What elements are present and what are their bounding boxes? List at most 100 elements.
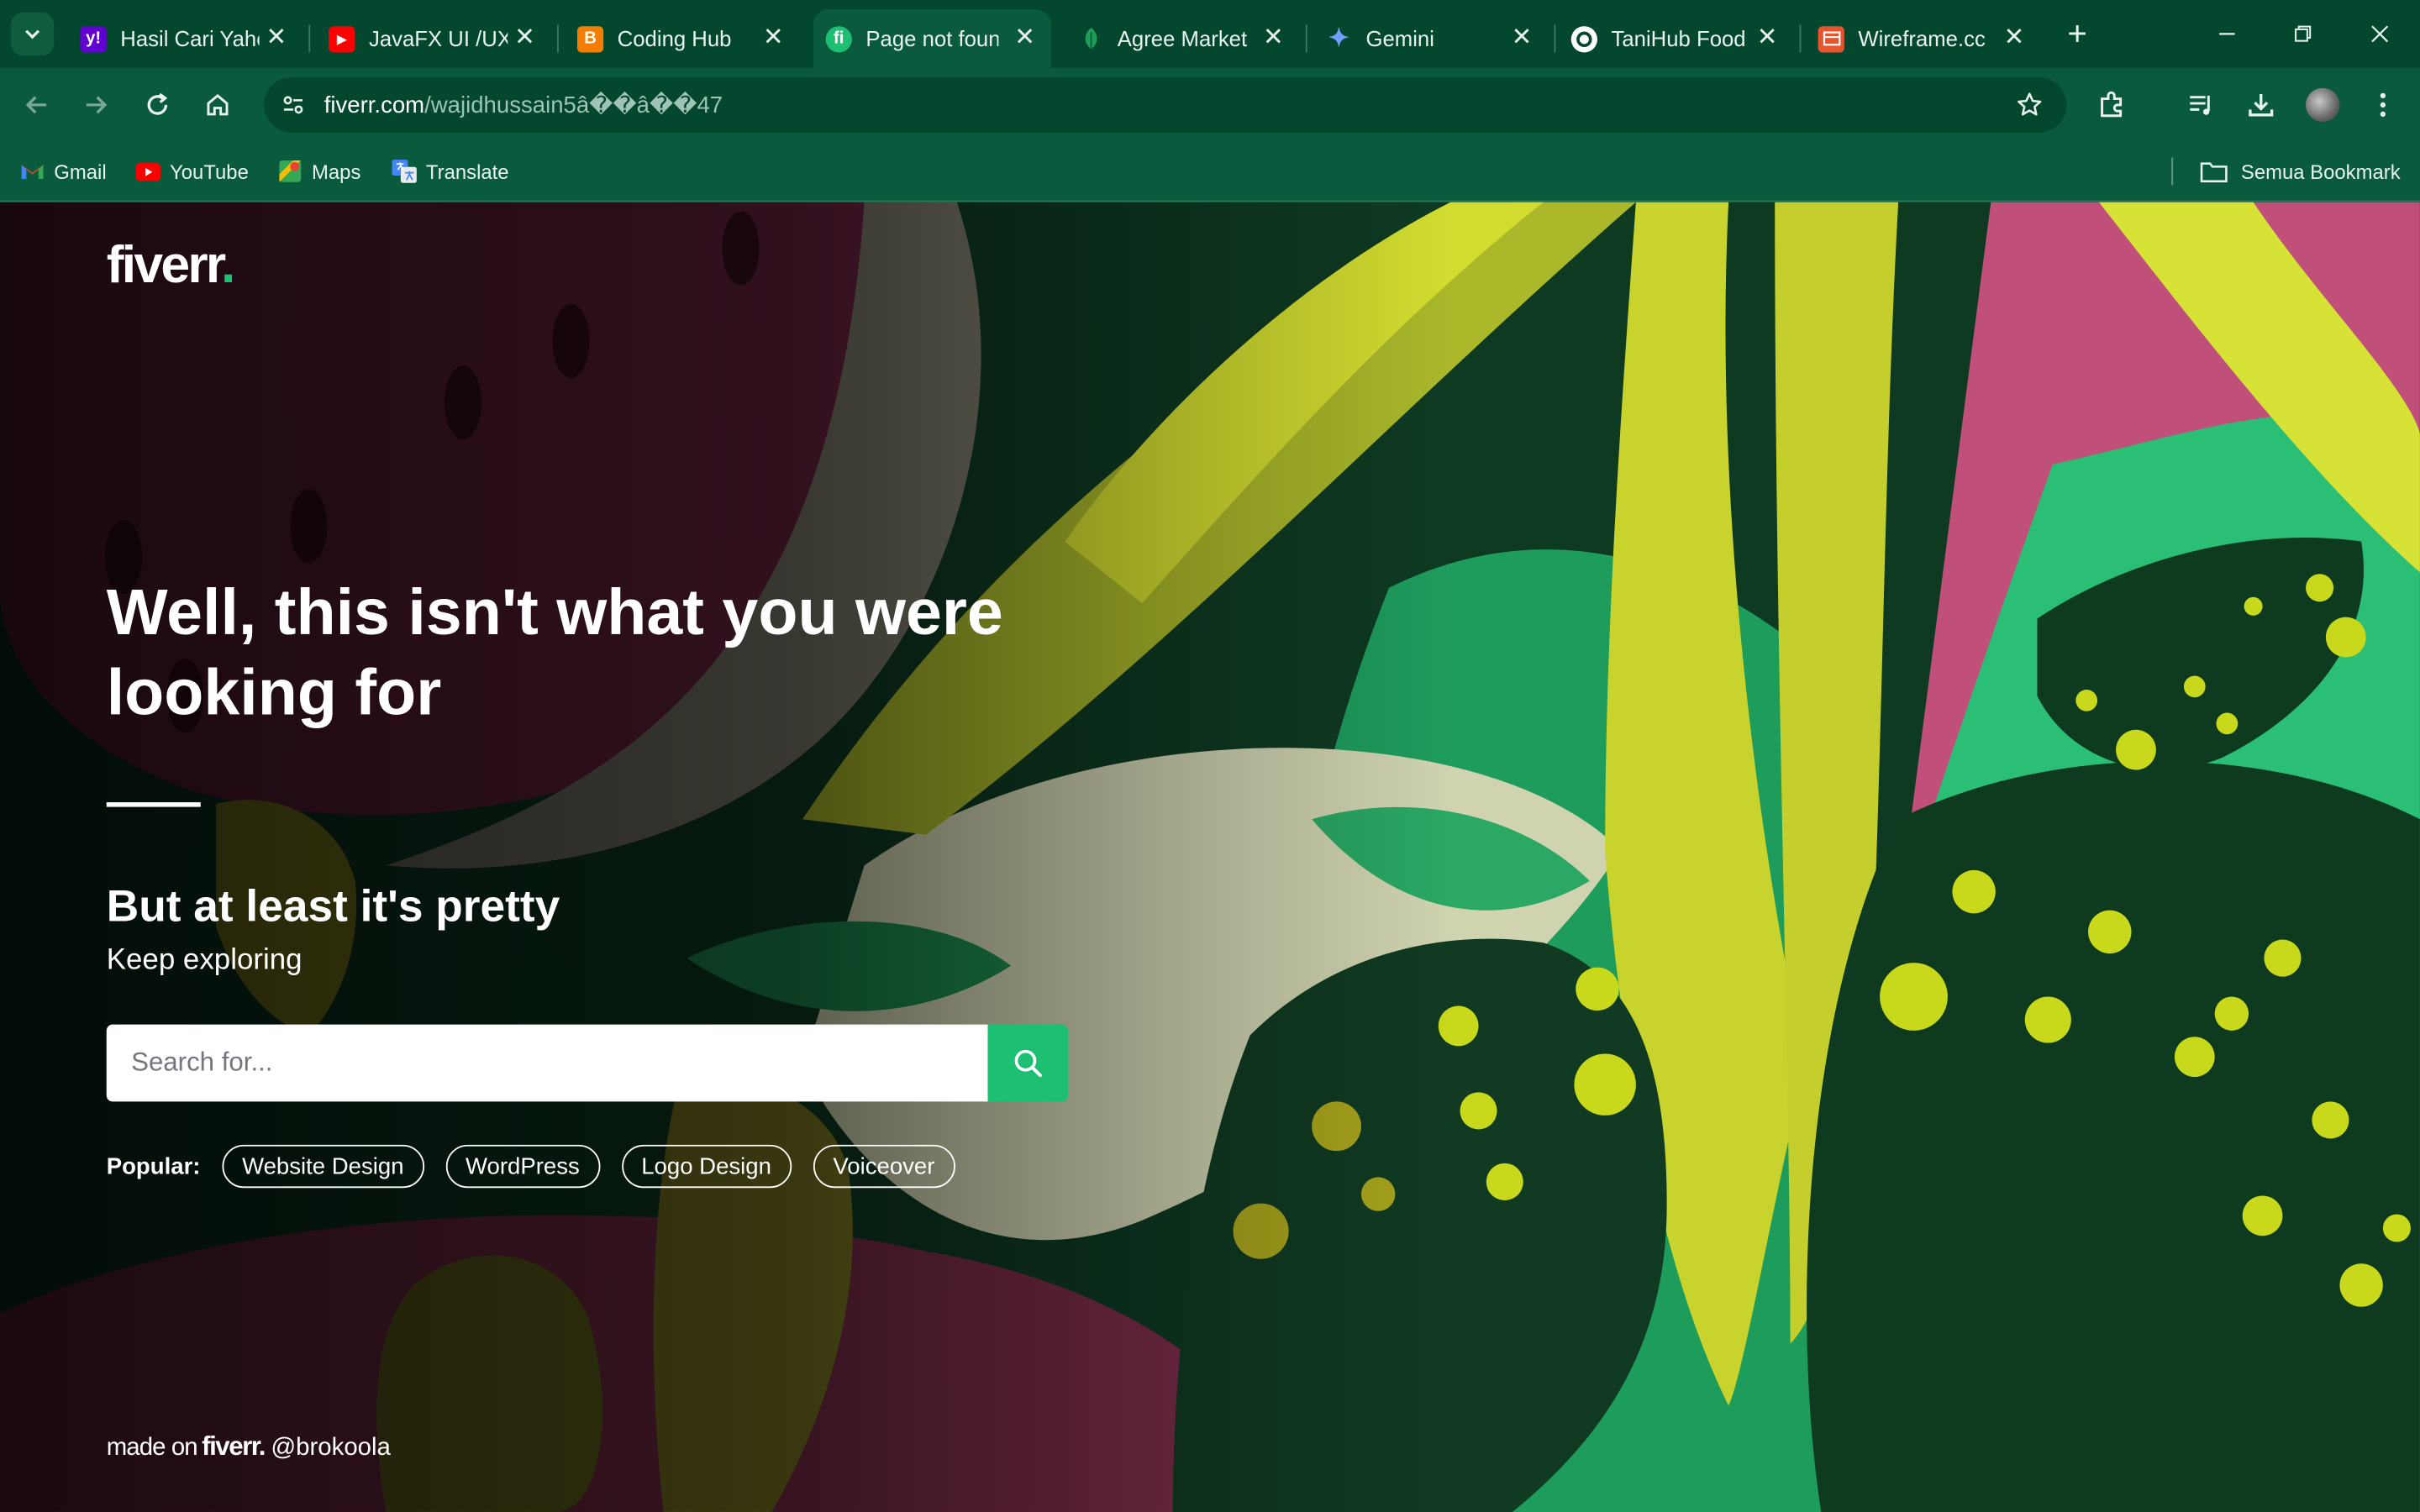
downloads-icon[interactable] <box>2244 88 2278 122</box>
tag-wordpress[interactable]: WordPress <box>445 1144 600 1189</box>
tab-title: Gemini <box>1365 26 1434 51</box>
more-menu-icon[interactable] <box>2366 88 2400 122</box>
blogger-icon: B <box>576 25 604 52</box>
close-icon[interactable]: ✕ <box>1507 24 1535 50</box>
bookmark-gmail[interactable]: Gmail <box>20 156 107 187</box>
close-window-button[interactable] <box>2349 13 2410 55</box>
url-path: /wajidhussain5â��â��47 <box>424 92 723 119</box>
translate-icon <box>392 159 417 183</box>
browser-toolbar: fiverr.com/wajidhussain5â��â��47 <box>0 67 2420 142</box>
tab-yahoo[interactable]: y! Hasil Cari Yahoo ✕ <box>68 9 302 68</box>
popular-label: Popular: <box>106 1152 201 1180</box>
page-title: Well, this isn't what you were looking f… <box>106 575 1003 728</box>
all-bookmarks-button[interactable]: Semua Bookmark <box>2197 156 2401 187</box>
forward-button[interactable] <box>77 87 114 123</box>
reload-button[interactable] <box>139 87 176 123</box>
logo-text: fiverr <box>106 236 224 295</box>
tab-divider <box>1305 24 1307 53</box>
youtube-icon: ▶ <box>329 25 355 52</box>
bookmark-youtube[interactable]: YouTube <box>135 156 249 187</box>
tab-title: Coding Hub <box>617 26 732 51</box>
bookmark-label: Gmail <box>54 160 107 183</box>
tanihub-icon <box>1570 25 1597 52</box>
tab-title: Wireframe.cc <box>1858 26 1986 51</box>
arrow-right-icon <box>86 96 108 114</box>
bookmark-label: Semua Bookmark <box>2240 160 2401 183</box>
tag-voiceover[interactable]: Voiceover <box>813 1144 955 1189</box>
tab-title: JavaFX UI /UX <box>368 26 508 51</box>
profile-avatar[interactable] <box>2306 87 2340 123</box>
tab-divider <box>1799 24 1802 53</box>
close-icon[interactable]: ✕ <box>760 24 787 50</box>
extensions-icon[interactable] <box>2094 88 2128 122</box>
tab-strip: y! Hasil Cari Yahoo ✕ ▶ JavaFX UI /UX ✕ … <box>0 0 2420 68</box>
reload-icon <box>147 92 168 115</box>
restore-button[interactable] <box>2272 13 2333 55</box>
media-control-icon[interactable] <box>2184 88 2217 122</box>
close-icon[interactable]: ✕ <box>262 24 290 50</box>
page-viewport: fiverr. Well, this isn't what you were l… <box>0 202 2420 1512</box>
bookmark-translate[interactable]: Translate <box>392 156 509 187</box>
subtext: Keep exploring <box>106 944 302 977</box>
close-icon[interactable]: ✕ <box>1260 24 1287 50</box>
bookmark-label: YouTube <box>170 160 249 183</box>
bookmarks-bar: Gmail YouTube Maps Translate Semua Bookm… <box>0 141 2420 202</box>
search-button[interactable] <box>987 1024 1068 1102</box>
bookmark-divider <box>2171 157 2174 186</box>
search-icon <box>1014 1049 1042 1078</box>
gemini-icon: ✦ <box>1328 26 1349 53</box>
tab-gemini[interactable]: ✦ Gemini ✕ <box>1313 9 1548 68</box>
logo-dot: . <box>220 236 235 295</box>
illustration-background <box>0 202 2420 1512</box>
bookmark-maps[interactable]: Maps <box>278 156 361 187</box>
brand-dot: . <box>258 1431 266 1462</box>
wireframe-icon <box>1818 25 1844 52</box>
maps-icon <box>278 159 302 183</box>
tag-website-design[interactable]: Website Design <box>222 1144 424 1189</box>
fiverr-icon: fi <box>825 25 852 52</box>
popular-tags: Popular: Website Design WordPress Logo D… <box>107 1142 976 1191</box>
minimize-button[interactable] <box>2196 13 2258 55</box>
minimize-icon <box>2219 33 2235 35</box>
yahoo-icon: y! <box>80 25 107 52</box>
site-settings-icon[interactable] <box>276 88 310 122</box>
tab-title: TaniHub Food <box>1611 26 1746 51</box>
url-domain: fiverr.com <box>324 92 425 119</box>
made-on-brand: fiverr. <box>202 1431 266 1462</box>
url-text[interactable]: fiverr.com/wajidhussain5â��â��47 <box>324 91 723 118</box>
bookmark-label: Translate <box>425 160 509 183</box>
home-button[interactable] <box>199 87 236 123</box>
chevron-down-icon <box>25 29 40 39</box>
bookmark-label: Maps <box>312 160 361 183</box>
tab-agree-market[interactable]: Agree Market ✕ <box>1065 9 1299 68</box>
brand-text: fiverr <box>202 1431 260 1462</box>
close-icon[interactable]: ✕ <box>2000 24 2028 50</box>
made-on-fiverr-credit: made on fiverr. @brokoola <box>107 1431 391 1462</box>
address-bar[interactable]: fiverr.com/wajidhussain5â��â��47 <box>264 76 2067 133</box>
tab-search-button[interactable] <box>10 12 55 56</box>
tab-title: Hasil Cari Yahoo <box>120 26 259 51</box>
tab-wireframe[interactable]: Wireframe.cc ✕ <box>1806 9 2040 68</box>
new-tab-button[interactable]: + <box>2059 14 2096 53</box>
search-input[interactable] <box>106 1024 990 1102</box>
tab-title: Page not found <box>865 26 999 51</box>
divider <box>106 802 201 807</box>
fiverr-logo[interactable]: fiverr. <box>106 236 236 297</box>
bookmark-star-icon[interactable] <box>2014 90 2045 121</box>
tab-tanihub[interactable]: TaniHub Food ✕ <box>1559 9 1793 68</box>
tab-divider <box>557 24 559 53</box>
close-icon[interactable]: ✕ <box>511 24 539 50</box>
tag-logo-design[interactable]: Logo Design <box>621 1144 792 1189</box>
tab-coding-hub[interactable]: B Coding Hub ✕ <box>565 9 799 68</box>
subheadline: But at least it's pretty <box>106 882 560 932</box>
tab-javafx[interactable]: ▶ JavaFX UI /UX ✕ <box>317 9 551 68</box>
back-button[interactable] <box>18 87 55 123</box>
home-icon <box>207 93 229 116</box>
tab-page-not-found[interactable]: fi Page not found ✕ <box>813 9 1051 68</box>
youtube-icon <box>135 159 161 183</box>
leaf-icon <box>1077 25 1103 51</box>
close-icon[interactable]: ✕ <box>1753 24 1781 50</box>
restore-icon <box>2295 25 2312 42</box>
close-icon[interactable]: ✕ <box>1011 24 1039 50</box>
artist-credit-link[interactable]: @brokoola <box>271 1435 391 1462</box>
